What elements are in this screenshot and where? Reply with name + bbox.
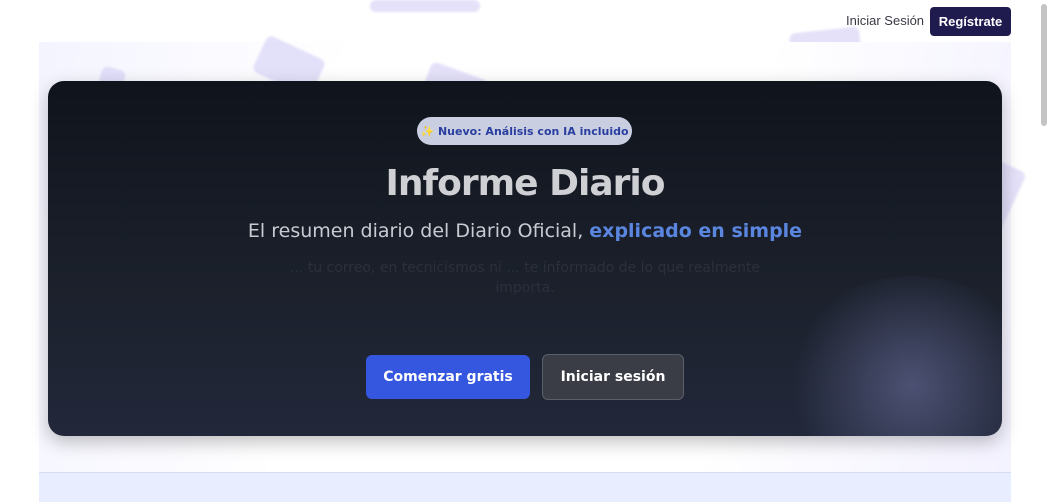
page-title: Informe Diario xyxy=(385,163,666,204)
next-section-band xyxy=(39,472,1011,502)
scrollbar-thumb[interactable] xyxy=(1041,4,1047,126)
subtitle-text: El resumen diario del Diario Oficial, xyxy=(247,220,590,242)
login-link[interactable]: Iniciar Sesión xyxy=(846,13,924,28)
register-button[interactable]: Regístrate xyxy=(930,7,1011,36)
start-free-button[interactable]: Comenzar gratis xyxy=(366,355,530,399)
badge-text: ✨ Nuevo: Análisis con IA incluido xyxy=(420,124,629,138)
login-button[interactable]: Iniciar sesión xyxy=(542,354,684,400)
subtitle-highlight: explicado en simple xyxy=(589,220,803,242)
hero-card: ✨ Nuevo: Análisis con IA incluido Inform… xyxy=(48,81,1002,436)
card-glow xyxy=(782,276,1002,436)
hero-description: ... tu correo, en tecnicismos ni ... te … xyxy=(289,260,761,296)
top-navbar: Iniciar Sesión Regístrate xyxy=(0,0,1038,42)
scrollbar[interactable] xyxy=(1038,0,1050,501)
hero-subtitle: El resumen diario del Diario Oficial, ex… xyxy=(48,220,1002,242)
decorative-shape xyxy=(370,0,480,12)
new-feature-badge: ✨ Nuevo: Análisis con IA incluido xyxy=(417,117,632,145)
